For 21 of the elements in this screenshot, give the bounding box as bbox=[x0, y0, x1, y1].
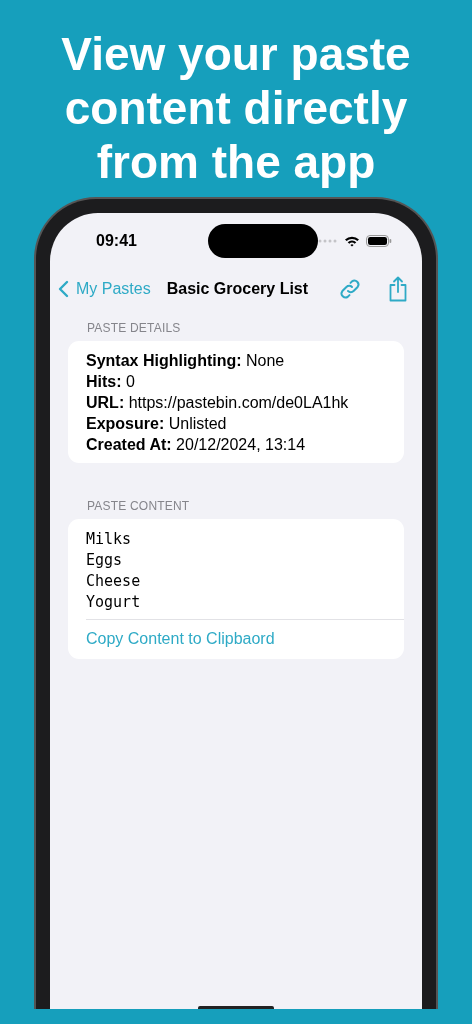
wifi-icon bbox=[344, 235, 360, 247]
detail-line: Hits: 0 bbox=[86, 372, 136, 392]
content-line: Milks bbox=[86, 529, 133, 550]
detail-line: Created At: 20/12/2024, 13:14 bbox=[86, 435, 307, 455]
section-header: PASTE CONTENT bbox=[86, 498, 191, 515]
content-line: Eggs bbox=[86, 550, 124, 571]
signal-icon bbox=[318, 239, 338, 243]
status-time: 09:41 bbox=[96, 232, 138, 250]
section-header: PASTE DETAILS bbox=[86, 320, 182, 337]
detail-line: Exposure: Unlisted bbox=[86, 414, 228, 434]
detail-line: Syntax Highlighting: None bbox=[86, 351, 286, 371]
copy-link[interactable]: Copy Content to Clipbaord bbox=[86, 630, 275, 648]
screen-title: Basic Grocery List bbox=[166, 280, 309, 298]
content-line: Cheese bbox=[86, 571, 142, 592]
link-icon[interactable] bbox=[338, 277, 362, 301]
battery-icon bbox=[366, 235, 392, 247]
content-line: Yogurt bbox=[86, 592, 142, 613]
detail-line: URL: https://pastebin.com/de0LA1hk bbox=[86, 393, 350, 413]
chevron-left-icon bbox=[58, 280, 69, 298]
back-button[interactable]: My Pastes bbox=[58, 280, 151, 298]
share-icon[interactable] bbox=[388, 276, 408, 302]
